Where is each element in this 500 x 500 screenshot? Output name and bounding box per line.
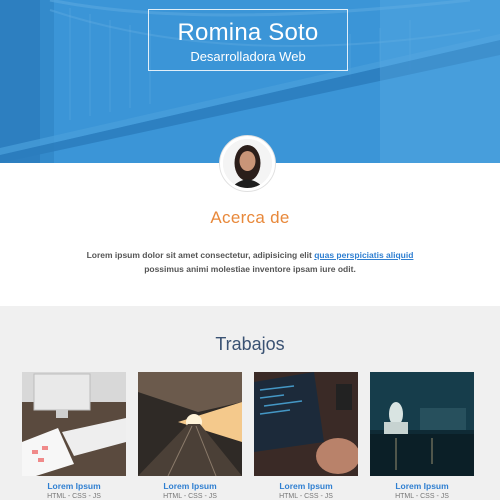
about-heading: Acerca de: [210, 208, 290, 227]
about-text-end: possimus animi molestiae inventore ipsam…: [144, 264, 356, 274]
work-title: Lorem Ipsum: [163, 481, 217, 491]
about-link[interactable]: quas perspiciatis aliquid: [314, 250, 413, 260]
work-card-2[interactable]: Lorem Ipsum HTML - CSS - JS: [138, 372, 242, 500]
avatar: [220, 136, 275, 191]
work-tags: HTML - CSS - JS: [47, 493, 101, 500]
work-image-desk: [22, 372, 126, 476]
works-section: Trabajos Lorem Ipsum HTML - CSS - JS Lor…: [0, 306, 500, 500]
works-heading: Trabajos: [215, 334, 285, 354]
work-title: Lorem Ipsum: [279, 481, 333, 491]
work-image-station: [138, 372, 242, 476]
work-tags: HTML - CSS - JS: [395, 493, 449, 500]
about-text-start: Lorem ipsum dolor sit amet consectetur, …: [86, 250, 315, 260]
profile-photo: [223, 139, 272, 188]
work-tags: HTML - CSS - JS: [163, 493, 217, 500]
work-image-city-night: [370, 372, 474, 476]
work-title: Lorem Ipsum: [47, 481, 101, 491]
work-card-1[interactable]: Lorem Ipsum HTML - CSS - JS: [22, 372, 126, 500]
profile-role: Desarrolladora Web: [190, 49, 306, 64]
work-card-3[interactable]: Lorem Ipsum HTML - CSS - JS: [254, 372, 358, 500]
name-card: Romina Soto Desarrolladora Web: [148, 9, 348, 71]
work-tags: HTML - CSS - JS: [279, 493, 333, 500]
about-paragraph: Lorem ipsum dolor sit amet consectetur, …: [70, 248, 430, 276]
profile-name: Romina Soto: [177, 19, 319, 46]
work-image-laptop: [254, 372, 358, 476]
work-title: Lorem Ipsum: [395, 481, 449, 491]
work-card-4[interactable]: Lorem Ipsum HTML - CSS - JS: [370, 372, 474, 500]
